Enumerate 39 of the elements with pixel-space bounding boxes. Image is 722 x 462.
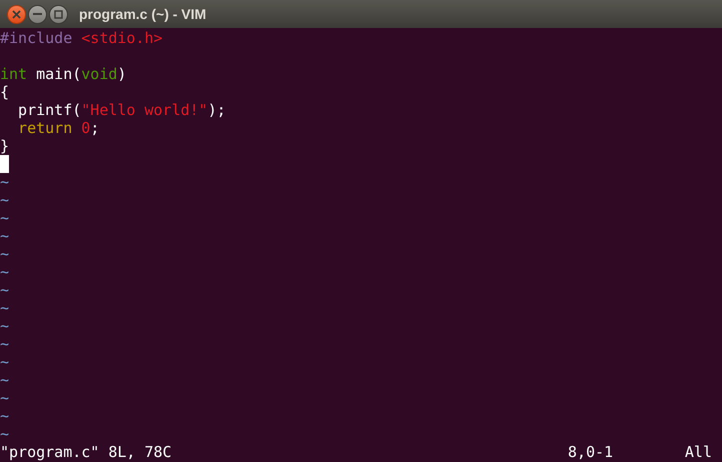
code-token: #include bbox=[0, 29, 72, 47]
empty-line-marker: ~ bbox=[0, 173, 10, 191]
code-token: ) bbox=[117, 65, 126, 83]
empty-line-marker: ~ bbox=[0, 299, 10, 317]
scroll-indicator: All bbox=[684, 443, 712, 461]
empty-line-marker: ~ bbox=[0, 353, 10, 371]
code-token: { bbox=[0, 83, 10, 101]
minimize-button[interactable] bbox=[28, 4, 47, 24]
window-title: program.c (~) - VIM bbox=[79, 4, 206, 24]
code-token: ; bbox=[90, 119, 100, 137]
empty-line-marker: ~ bbox=[0, 227, 10, 245]
code-token: int bbox=[0, 65, 28, 83]
empty-line-marker: ~ bbox=[0, 191, 10, 209]
status-message: "program.c" 8L, 78C bbox=[0, 443, 172, 461]
code-token: "Hello world!" bbox=[81, 101, 208, 119]
maximize-button[interactable] bbox=[49, 4, 68, 24]
close-icon bbox=[12, 10, 21, 18]
cursor-position: 8,0-1 bbox=[568, 443, 614, 461]
empty-line-marker: ~ bbox=[0, 371, 10, 389]
code-token: } bbox=[0, 137, 10, 155]
code-token: ); bbox=[208, 101, 226, 119]
code-token: printf( bbox=[17, 101, 82, 119]
empty-line-marker: ~ bbox=[0, 317, 10, 335]
empty-line-marker: ~ bbox=[0, 245, 10, 263]
minimize-icon bbox=[33, 12, 42, 16]
empty-line-marker: ~ bbox=[0, 335, 10, 353]
empty-line-marker: ~ bbox=[0, 281, 10, 299]
empty-line-marker: ~ bbox=[0, 263, 10, 281]
maximize-icon bbox=[54, 10, 63, 18]
empty-line-marker: ~ bbox=[0, 389, 10, 407]
close-button[interactable] bbox=[7, 4, 26, 24]
code-token: void bbox=[81, 65, 118, 83]
code-token: <stdio.h> bbox=[80, 29, 163, 47]
code-token: 0 bbox=[80, 119, 90, 137]
empty-line-marker: ~ bbox=[0, 425, 10, 443]
empty-line-marker: ~ bbox=[0, 209, 10, 227]
code-token: main( bbox=[35, 65, 82, 83]
empty-line-marker: ~ bbox=[0, 407, 10, 425]
code-token: return bbox=[17, 119, 72, 137]
